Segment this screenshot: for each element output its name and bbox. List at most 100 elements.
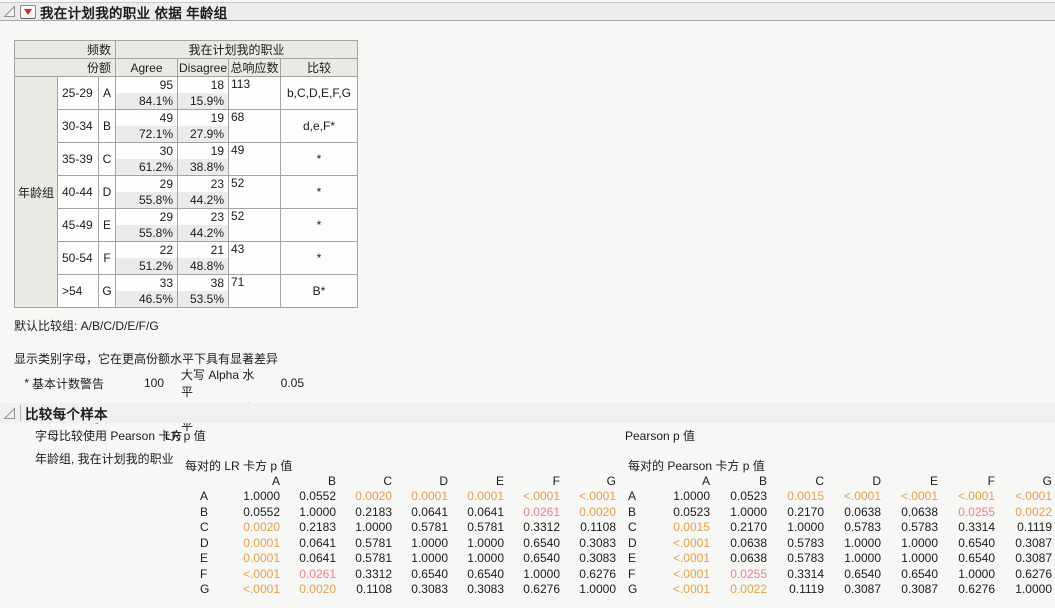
total-responses-cell: 43 [229, 242, 281, 275]
matrix-row: G<.00010.00220.11190.30870.30870.62761.0… [627, 582, 1052, 598]
p-value-cell: 0.0638 [824, 504, 881, 520]
agree-cell: 4972.1% [116, 110, 178, 143]
pearson-pvalue-matrix: ABCDEFGA1.00000.05230.0015<.0001<.0001<.… [627, 473, 1052, 597]
agree-count: 49 [116, 110, 177, 126]
p-value-cell: 1.0000 [824, 535, 881, 551]
p-value-cell: <.0001 [938, 489, 995, 505]
disagree-share: 44.2% [178, 225, 228, 241]
agree-count: 33 [116, 275, 177, 291]
matrix-col-header: A [653, 473, 710, 489]
matrix-col-header: E [881, 473, 938, 489]
p-value-cell: 0.2183 [280, 520, 336, 536]
total-responses-cell: 113 [229, 77, 281, 110]
p-value-cell: 1.0000 [653, 489, 710, 505]
agree-share: 55.8% [116, 192, 177, 208]
share-header: 份额 [15, 59, 116, 77]
p-value-cell: 1.0000 [448, 535, 504, 551]
p-value-cell: 0.0022 [710, 582, 767, 598]
matrix-row: C0.00200.21831.00000.57810.57810.33120.1… [185, 520, 616, 536]
p-value-cell: 0.5781 [336, 551, 392, 567]
matrix-row-label: G [627, 582, 653, 598]
matrix-row-label: A [185, 489, 224, 505]
matrix-row: D<.00010.06380.57831.00001.00000.65400.3… [627, 535, 1052, 551]
p-value-cell: 0.3083 [560, 551, 616, 567]
disagree-share: 48.8% [178, 258, 228, 274]
p-value-cell: 0.1119 [995, 520, 1052, 536]
p-value-cell: 0.2183 [336, 504, 392, 520]
matrix-col-header: G [560, 473, 616, 489]
disagree-share: 44.2% [178, 192, 228, 208]
p-value-cell: 0.0001 [392, 489, 448, 505]
footnote-value: 100 [128, 366, 164, 400]
disagree-cell: 1815.9% [178, 77, 229, 110]
p-value-cell: 1.0000 [938, 566, 995, 582]
agree-share: 51.2% [116, 258, 177, 274]
disclosure-open-icon[interactable] [3, 5, 16, 18]
contingency-table: 频数 我在计划我的职业 份额 Agree Disagree 总响应数 比较 年龄… [14, 40, 358, 308]
disagree-cell: 2148.8% [178, 242, 229, 275]
matrix-row: F<.00010.02610.33120.65400.65401.00000.6… [185, 566, 616, 582]
matrix-row: A1.00000.05230.0015<.0001<.0001<.0001<.0… [627, 489, 1052, 505]
p-value-cell: 0.5781 [448, 520, 504, 536]
compare-letters-cell: B* [281, 275, 358, 308]
p-value-cell: 0.0638 [710, 535, 767, 551]
footnote-table: *基本计数警告100大写 Alpha 水平0.05**基本计数最小值30小写 A… [14, 366, 304, 434]
p-value-cell: 0.3083 [448, 582, 504, 598]
p-value-cell: 0.6540 [448, 566, 504, 582]
total-responses-cell: 52 [229, 176, 281, 209]
p-value-cell: 0.3087 [995, 551, 1052, 567]
p-value-cell: 0.0641 [448, 504, 504, 520]
p-value-cell: 0.6540 [881, 566, 938, 582]
p-value-cell: 0.1108 [560, 520, 616, 536]
age-group-cell: 35-39 [58, 143, 99, 176]
disagree-count: 23 [178, 176, 228, 192]
disagree-share: 27.9% [178, 126, 228, 142]
p-value-cell: 0.3087 [995, 535, 1052, 551]
agree-cell: 2955.8% [116, 209, 178, 242]
age-group-cell: 45-49 [58, 209, 99, 242]
report-title: 我在计划我的职业 依据 年龄组 [40, 2, 228, 22]
disclosure-open-icon[interactable] [3, 407, 16, 420]
p-value-cell: 1.0000 [767, 520, 824, 536]
disagree-cell: 3853.5% [178, 275, 229, 308]
p-value-cell: 0.0001 [448, 489, 504, 505]
table-row: 50-54F2251.2%2148.8%43* [15, 242, 358, 275]
matrix-row: A1.00000.05520.00200.00010.0001<.0001<.0… [185, 489, 616, 505]
p-value-cell: 0.0523 [710, 489, 767, 505]
matrix-header-row: ABCDEFG [185, 473, 616, 489]
age-group-cell: 40-44 [58, 176, 99, 209]
table-row: 年龄组25-29A9584.1%1815.9%113b,C,D,E,F,G [15, 77, 358, 110]
col-header-compare: 比较 [281, 59, 358, 77]
p-value-cell: 0.6276 [504, 582, 560, 598]
disagree-cell: 1927.9% [178, 110, 229, 143]
disagree-count: 38 [178, 275, 228, 291]
p-value-cell: 0.0552 [224, 504, 280, 520]
letter-cell: C [99, 143, 116, 176]
pearson-matrix-title: 每对的 Pearson 卡方 p 值 [628, 457, 765, 474]
default-compare-note: 默认比较组: A/B/C/D/E/F/G [14, 317, 159, 334]
p-value-cell: <.0001 [224, 582, 280, 598]
p-value-cell: 0.0001 [224, 535, 280, 551]
p-value-cell: 1.0000 [392, 535, 448, 551]
column-group-header: 我在计划我的职业 [116, 41, 358, 59]
p-value-cell: 0.0641 [280, 535, 336, 551]
agree-cell: 9584.1% [116, 77, 178, 110]
matrix-col-header: C [336, 473, 392, 489]
agree-cell: 3061.2% [116, 143, 178, 176]
p-value-cell: 0.5781 [336, 535, 392, 551]
p-value-cell: 0.0552 [280, 489, 336, 505]
p-value-cell: 1.0000 [504, 566, 560, 582]
matrix-row: B0.05521.00000.21830.06410.06410.02610.0… [185, 504, 616, 520]
footnote-marker: * [14, 366, 32, 400]
compare-letters-cell: * [281, 143, 358, 176]
compare-section-title: 比较每个样本 [25, 403, 108, 423]
disagree-cell: 2344.2% [178, 209, 229, 242]
total-responses-cell: 71 [229, 275, 281, 308]
matrix-row-label: F [185, 566, 224, 582]
disagree-count: 19 [178, 143, 228, 159]
agree-cell: 2955.8% [116, 176, 178, 209]
compare-letters-cell: * [281, 209, 358, 242]
p-value-cell: 0.6276 [560, 566, 616, 582]
total-responses-cell: 52 [229, 209, 281, 242]
red-triangle-menu-button[interactable] [20, 5, 36, 19]
